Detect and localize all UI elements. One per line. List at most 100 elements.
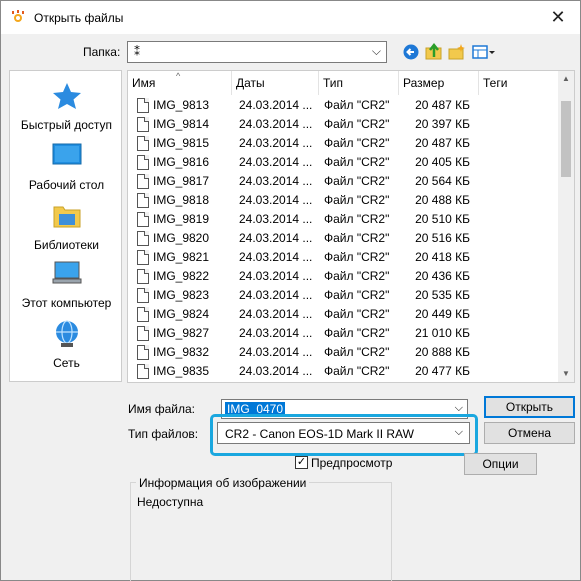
file-row[interactable]: IMG_9823 24.03.2014 ... Файл "CR2" 20 535 К… [128,286,560,305]
column-header-type[interactable]: Тип [319,71,399,95]
file-type: Файл "CR2" [324,174,390,188]
file-size: 21 010 КБ [415,326,470,340]
scroll-down-icon[interactable]: ▼ [558,366,574,382]
file-icon [137,174,149,189]
file-date: 24.03.2014 ... [239,212,313,226]
file-row[interactable]: IMG_9827 24.03.2014 ... Файл "CR2" 21 010 К… [128,324,560,343]
file-name: IMG_9822 [153,269,210,283]
file-size: 20 510 КБ [415,212,470,226]
file-row[interactable]: IMG_9821 24.03.2014 ... Файл "CR2" 20 418 К… [128,248,560,267]
folder-location-icon: ⁑ [134,45,140,59]
image-info-title: Информация об изображении [136,476,310,490]
file-row[interactable]: IMG_9815 24.03.2014 ... Файл "CR2" 20 487 К… [128,134,560,153]
column-header-name[interactable]: ^ Имя [128,71,232,95]
place-this-pc[interactable]: Этот компьютер [10,259,123,310]
file-row[interactable]: IMG_9820 24.03.2014 ... Файл "CR2" 20 516 К… [128,229,560,248]
file-name: IMG_9824 [153,307,210,321]
chevron-down-icon: ⌵ [371,44,381,58]
file-name: IMG_9821 [153,250,210,264]
file-size: 20 397 КБ [415,117,470,131]
file-row[interactable]: IMG_9817 24.03.2014 ... Файл "CR2" 20 564 К… [128,172,560,191]
scroll-up-icon[interactable]: ▲ [558,71,574,87]
file-name: IMG_9819 [153,212,210,226]
back-icon[interactable] [401,42,421,62]
file-icon [137,307,149,322]
file-date: 24.03.2014 ... [239,174,313,188]
file-row[interactable]: IMG_9822 24.03.2014 ... Файл "CR2" 20 436 К… [128,267,560,286]
up-folder-icon[interactable] [424,42,444,62]
file-date: 24.03.2014 ... [239,98,313,112]
place-network[interactable]: Сеть [10,319,123,370]
file-date: 24.03.2014 ... [239,345,313,359]
file-row[interactable]: IMG_9824 24.03.2014 ... Файл "CR2" 20 449 К… [128,305,560,324]
file-size: 20 888 КБ [415,345,470,359]
scroll-thumb[interactable] [561,101,571,177]
file-name: IMG_9815 [153,136,210,150]
star-icon [52,83,81,109]
new-folder-icon[interactable] [447,42,467,62]
file-size: 20 477 КБ [415,364,470,378]
network-icon [55,320,78,347]
file-row[interactable]: IMG_9835 24.03.2014 ... Файл "CR2" 20 477 К… [128,362,560,381]
places-sidebar: Быстрый доступ Рабочий стол Библиотеки Э… [9,70,122,382]
file-icon [137,288,149,303]
file-name: IMG_9814 [153,117,210,131]
file-size: 20 418 КБ [415,250,470,264]
file-name: IMG_9813 [153,98,210,112]
place-desktop[interactable]: Рабочий стол [10,141,123,192]
file-name: IMG_9817 [153,174,210,188]
column-header-date[interactable]: Даты [232,71,319,95]
folder-combo[interactable]: ⁑ ⌵ [127,41,387,63]
title-bar: Открыть файлы ✕ [1,1,580,34]
file-type: Файл "CR2" [324,212,390,226]
file-row[interactable]: IMG_9813 24.03.2014 ... Файл "CR2" 20 487 К… [128,96,560,115]
file-icon [137,326,149,341]
column-header-size[interactable]: Размер [399,71,479,95]
file-row[interactable]: IMG_984024.03.2014 ...Файл "CR2"20 477 К… [128,381,560,382]
app-icon [12,10,24,22]
column-header-tags[interactable]: Теги [479,71,560,95]
file-row[interactable]: IMG_9816 24.03.2014 ... Файл "CR2" 20 405 К… [128,153,560,172]
place-label: Сеть [53,356,80,370]
file-row[interactable]: IMG_9832 24.03.2014 ... Файл "CR2" 20 888 К… [128,343,560,362]
file-date: 24.03.2014 ... [239,364,313,378]
file-icon [137,231,149,246]
cancel-button[interactable]: Отмена [484,422,575,444]
file-type: Файл "CR2" [324,307,390,321]
file-size: 20 449 КБ [415,307,470,321]
place-quick-access[interactable]: Быстрый доступ [10,81,123,132]
computer-icon [52,261,81,284]
file-icon [137,345,149,360]
options-button[interactable]: Опции [464,453,537,475]
file-row[interactable]: IMG_9818 24.03.2014 ... Файл "CR2" 20 488 К… [128,191,560,210]
file-type: Файл "CR2" [324,364,390,378]
file-icon [137,117,149,132]
file-icon [137,269,149,284]
file-size: 20 516 КБ [415,231,470,245]
file-size: 20 488 КБ [415,193,470,207]
file-type: Файл "CR2" [324,136,390,150]
file-type: Файл "CR2" [324,117,390,131]
filetype-value: CR2 - Canon EOS-1D Mark II RAW [225,427,414,441]
file-icon [137,364,149,379]
view-menu-icon[interactable] [472,42,496,62]
file-type: Файл "CR2" [324,98,390,112]
file-date: 24.03.2014 ... [239,193,313,207]
file-type: Файл "CR2" [324,326,390,340]
close-button[interactable]: ✕ [536,1,580,34]
file-date: 24.03.2014 ... [239,117,313,131]
file-row[interactable]: IMG_9819 24.03.2014 ... Файл "CR2" 20 510 К… [128,210,560,229]
file-icon [137,212,149,227]
preview-checkbox[interactable]: ✓ [295,456,308,469]
filetype-select[interactable]: CR2 - Canon EOS-1D Mark II RAW ⌵ [217,422,470,444]
file-row[interactable]: IMG_9814 24.03.2014 ... Файл "CR2" 20 397 К… [128,115,560,134]
file-date: 24.03.2014 ... [239,250,313,264]
file-name: IMG_9816 [153,155,210,169]
place-libraries[interactable]: Библиотеки [10,201,123,252]
vertical-scrollbar[interactable]: ▲ ▼ [558,71,574,382]
folder-label: Папка: [83,45,121,59]
file-list[interactable]: ^ Имя Даты Тип Размер Теги IMG_9813 24.03… [127,70,575,383]
sort-ascending-icon: ^ [176,71,181,81]
preview-label[interactable]: Предпросмотр [311,456,392,470]
open-button[interactable]: Открыть [484,396,575,418]
